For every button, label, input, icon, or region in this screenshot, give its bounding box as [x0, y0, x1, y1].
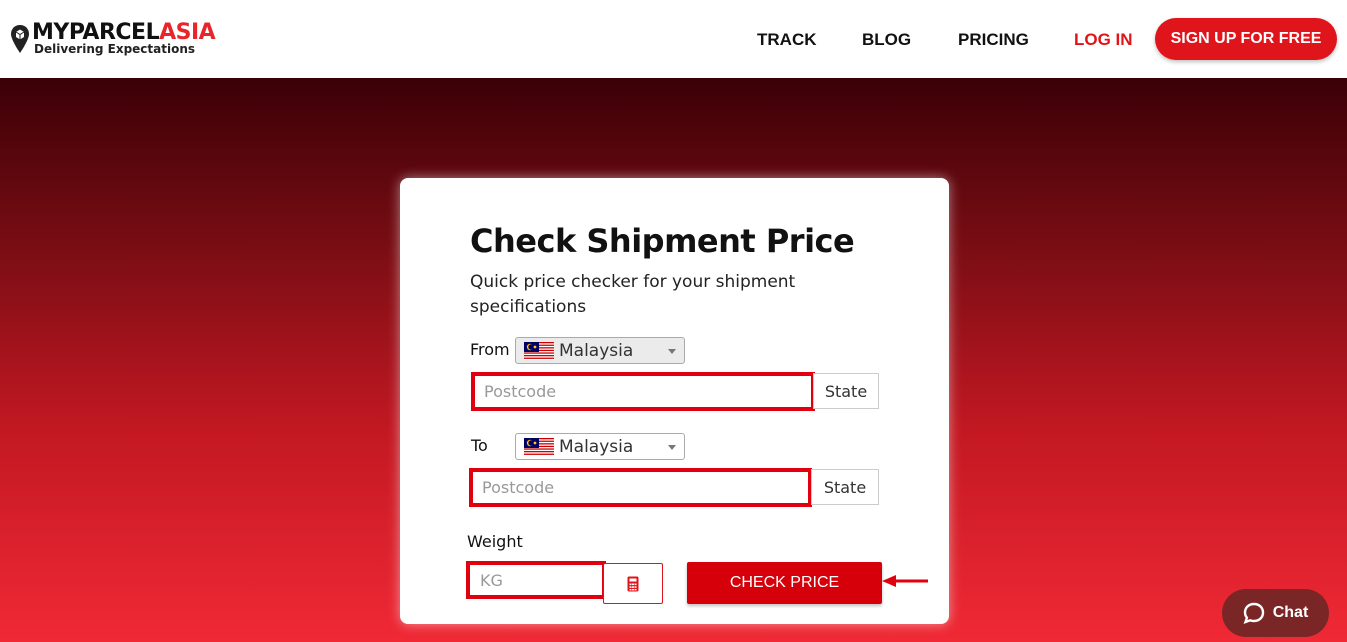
weight-label: Weight — [467, 532, 523, 551]
from-postcode-input[interactable]: Postcode — [471, 372, 815, 411]
map-pin-icon — [11, 25, 29, 53]
weight-input[interactable]: KG — [466, 561, 606, 599]
chat-bubble-icon — [1243, 602, 1264, 624]
chevron-down-icon — [668, 349, 676, 354]
malaysia-flag-icon — [524, 437, 554, 456]
nav-pricing[interactable]: PRICING — [958, 30, 1029, 50]
nav-track[interactable]: TRACK — [757, 30, 817, 50]
to-label: To — [471, 436, 488, 455]
malaysia-flag-icon — [524, 341, 554, 360]
arrow-left-icon — [882, 575, 928, 587]
brand-tagline: Delivering Expectations — [34, 42, 196, 56]
logo[interactable]: MYPARCELASIA Delivering Expectations — [10, 20, 220, 60]
from-country-select[interactable]: Malaysia — [515, 337, 685, 364]
chevron-down-icon — [668, 445, 676, 450]
to-postcode-input[interactable]: Postcode — [469, 468, 812, 507]
to-state-button[interactable]: State — [811, 469, 879, 505]
card-subtitle: Quick price checker for your shipment sp… — [470, 272, 796, 317]
nav-login[interactable]: LOG IN — [1074, 30, 1133, 50]
site-header: MYPARCELASIA Delivering Expectations TRA… — [0, 0, 1347, 78]
from-country-value: Malaysia — [559, 340, 634, 361]
nav-blog[interactable]: BLOG — [862, 30, 911, 50]
from-state-button[interactable]: State — [813, 373, 879, 409]
from-label: From — [470, 340, 510, 359]
to-country-value: Malaysia — [559, 436, 634, 457]
calculator-icon — [627, 576, 639, 591]
chat-label: Chat — [1272, 604, 1309, 621]
chat-button[interactable]: Chat — [1222, 589, 1329, 637]
to-country-select[interactable]: Malaysia — [515, 433, 685, 460]
card-title: Check Shipment Price — [470, 222, 855, 260]
calculator-button[interactable] — [603, 563, 663, 604]
signup-button[interactable]: SIGN UP FOR FREE — [1155, 18, 1337, 60]
check-price-button[interactable]: CHECK PRICE — [687, 562, 882, 604]
